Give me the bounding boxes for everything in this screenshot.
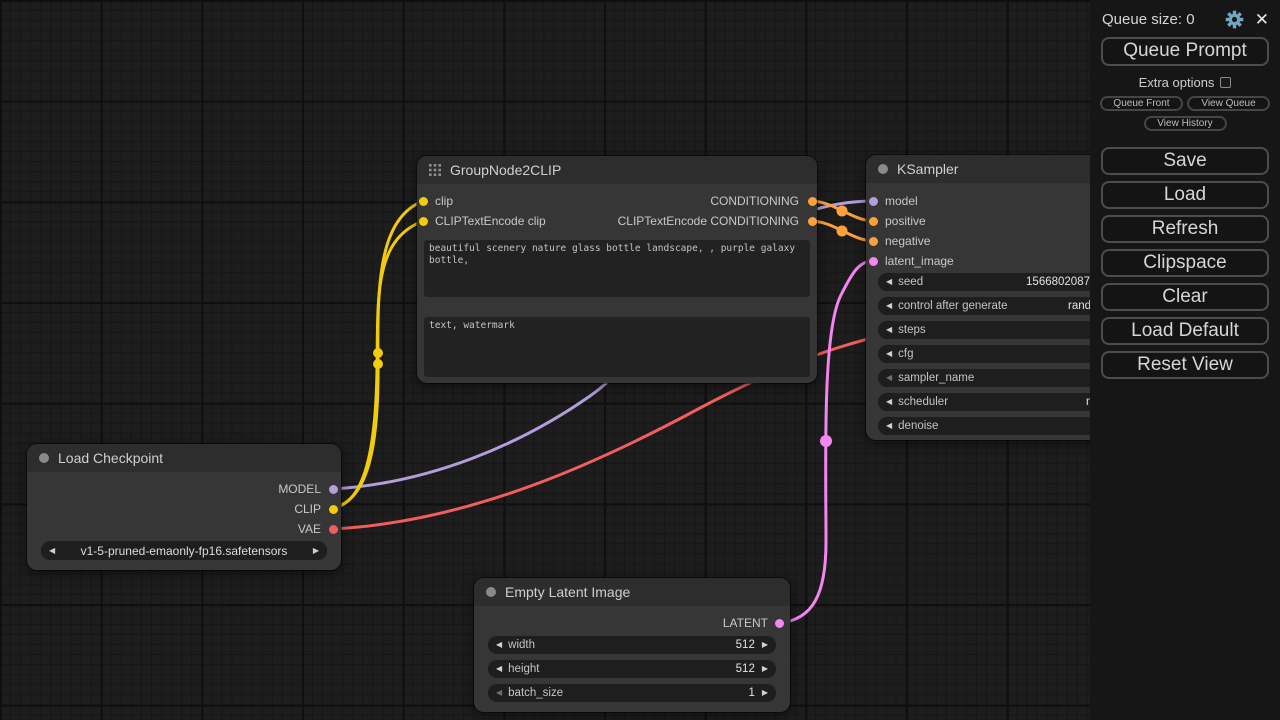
width-widget[interactable]: ◀ width 512 ▶ [488,636,776,654]
input-port-model[interactable] [869,197,878,206]
node-title-bar[interactable]: Load Checkpoint [27,444,341,472]
extra-options-label: Extra options [1139,75,1215,90]
queue-front-button[interactable]: Queue Front [1100,96,1183,111]
output-port-latent[interactable] [775,619,784,628]
input-label: negative [885,234,930,248]
input-port-cliptextencode-clip[interactable] [419,217,428,226]
output-label: LATENT [723,616,768,630]
batch-size-widget[interactable]: ◀ batch_size 1 ▶ [488,684,776,702]
decrement-icon[interactable]: ◀ [496,689,502,697]
clipspace-button[interactable]: Clipspace [1101,249,1269,277]
node-title: KSampler [897,161,958,177]
node-title-bar[interactable]: GroupNode2CLIP [417,156,817,184]
decrement-icon[interactable]: ◀ [886,374,892,382]
reset-view-button[interactable]: Reset View [1101,351,1269,379]
save-button[interactable]: Save [1101,147,1269,175]
output-port-conditioning[interactable] [808,197,817,206]
node-empty-latent-image[interactable]: Empty Latent Image LATENT ◀ width 512 ▶ … [474,578,790,712]
group-node-icon [429,164,441,176]
output-label: VAE [298,522,321,536]
extra-options-checkbox[interactable] [1220,77,1231,88]
output-label: CLIP [294,502,321,516]
decrement-icon[interactable]: ◀ [886,326,892,334]
input-label: clip [435,194,453,208]
decrement-icon[interactable]: ◀ [886,302,892,310]
collapse-dot-icon[interactable] [878,164,888,174]
output-label: CLIPTextEncode CONDITIONING [618,214,799,228]
decrement-icon[interactable]: ◀ [886,398,892,406]
clear-button[interactable]: Clear [1101,283,1269,311]
input-label: latent_image [885,254,954,268]
settings-gear-icon[interactable] [1225,10,1244,29]
increment-icon[interactable]: ▶ [762,665,768,673]
input-label: positive [885,214,926,228]
decrement-icon[interactable]: ◀ [886,278,892,286]
node-title: Load Checkpoint [58,450,163,466]
batch-size-value: 1 [748,687,754,699]
increment-icon[interactable]: ▶ [762,689,768,697]
next-icon[interactable]: ▶ [313,547,319,555]
output-label: CONDITIONING [710,194,799,208]
node-title: GroupNode2CLIP [450,162,561,178]
input-label: CLIPTextEncode clip [435,214,546,228]
decrement-icon[interactable]: ◀ [496,665,502,673]
decrement-icon[interactable]: ◀ [886,422,892,430]
close-icon[interactable]: ✕ [1255,11,1269,28]
queue-prompt-button[interactable]: Queue Prompt [1101,37,1269,66]
node-groupnode2clip[interactable]: GroupNode2CLIP clip CLIPTextEncode clip … [417,156,817,383]
view-history-button[interactable]: View History [1144,116,1227,131]
input-port-clip[interactable] [419,197,428,206]
ckpt-name-widget[interactable]: ◀ v1-5-pruned-emaonly-fp16.safetensors ▶ [41,541,327,560]
output-label: MODEL [278,482,321,496]
node-load-checkpoint[interactable]: Load Checkpoint MODEL CLIP VAE ◀ v1-5-pr… [27,444,341,570]
comfyui-app: GroupNode2CLIP clip CLIPTextEncode clip … [0,0,1280,720]
height-widget[interactable]: ◀ height 512 ▶ [488,660,776,678]
input-label: model [885,194,918,208]
output-port-model[interactable] [329,485,338,494]
view-queue-button[interactable]: View Queue [1187,96,1270,111]
negative-prompt-textarea[interactable]: text, watermark [424,317,810,377]
node-title: Empty Latent Image [505,584,630,600]
output-port-clip[interactable] [329,505,338,514]
width-value: 512 [736,639,755,651]
seed-value: 1566802087 [1020,276,1090,288]
increment-icon[interactable]: ▶ [762,641,768,649]
input-port-latent-image[interactable] [869,257,878,266]
positive-prompt-textarea[interactable]: beautiful scenery nature glass bottle la… [424,240,810,297]
load-button[interactable]: Load [1101,181,1269,209]
height-value: 512 [736,663,755,675]
node-title-bar[interactable]: Empty Latent Image [474,578,790,606]
input-port-negative[interactable] [869,237,878,246]
queue-size-label: Queue size: 0 [1102,11,1225,28]
decrement-icon[interactable]: ◀ [886,350,892,358]
refresh-button[interactable]: Refresh [1101,215,1269,243]
output-port-vae[interactable] [329,525,338,534]
collapse-dot-icon[interactable] [39,453,49,463]
collapse-dot-icon[interactable] [486,587,496,597]
load-default-button[interactable]: Load Default [1101,317,1269,345]
comfy-menu: Queue size: 0 ✕ Queue Prompt Extra optio… [1090,0,1280,720]
output-port-cliptextencode-conditioning[interactable] [808,217,817,226]
decrement-icon[interactable]: ◀ [496,641,502,649]
input-port-positive[interactable] [869,217,878,226]
ckpt-name-value: v1-5-pruned-emaonly-fp16.safetensors [55,544,313,558]
